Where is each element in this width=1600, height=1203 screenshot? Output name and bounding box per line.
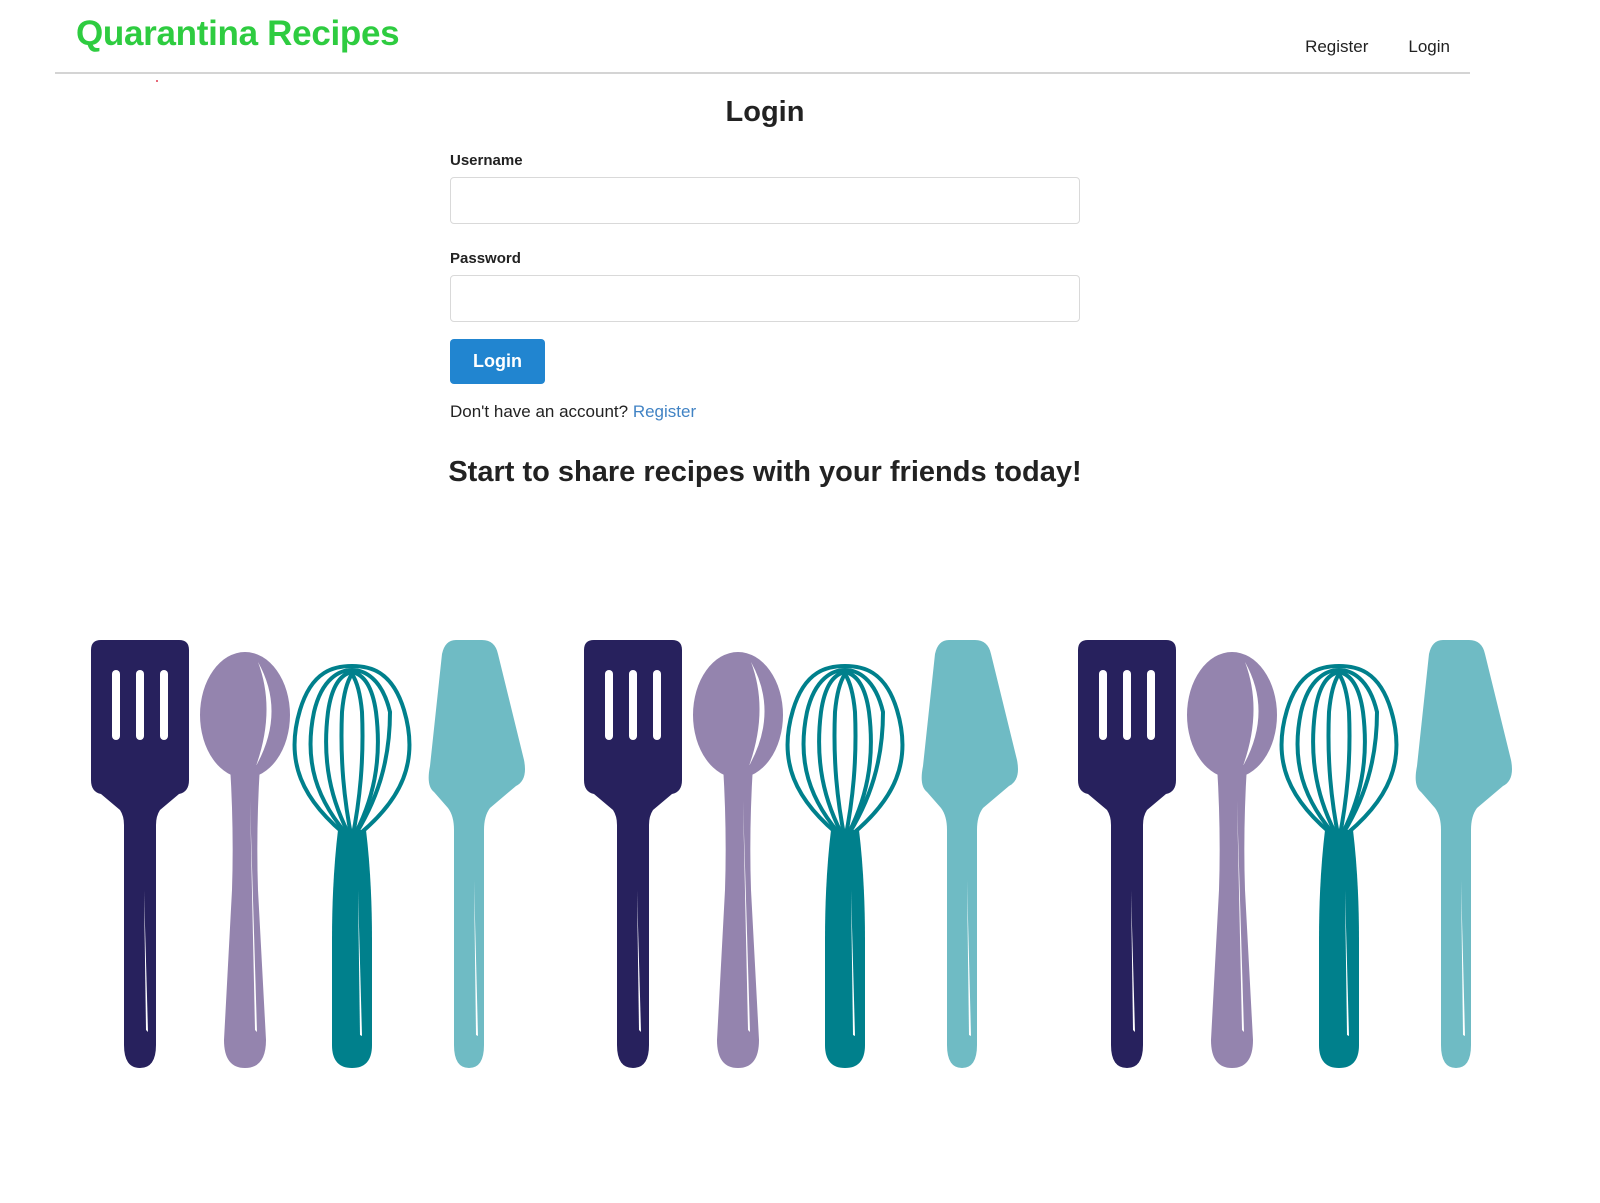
kitchen-utensils-illustration [89, 640, 1514, 1070]
register-prompt: Don't have an account? Register [450, 402, 1080, 422]
nav-register-link[interactable]: Register [1305, 37, 1368, 57]
password-input[interactable] [450, 275, 1080, 322]
navbar: Quarantina Recipes Register Login [55, 0, 1470, 74]
stray-dot [156, 80, 158, 82]
password-label: Password [450, 250, 521, 267]
tagline: Start to share recipes with your friends… [448, 456, 1082, 488]
login-form: Login Username Password Login Don't have… [450, 90, 1080, 422]
login-button[interactable]: Login [450, 339, 545, 384]
page-title: Login [725, 96, 805, 128]
brand-logo-link[interactable]: Quarantina Recipes [76, 14, 400, 54]
register-prompt-text: Don't have an account? [450, 402, 629, 421]
register-link[interactable]: Register [633, 402, 696, 421]
nav-login-link[interactable]: Login [1408, 37, 1450, 57]
username-label: Username [450, 152, 523, 169]
username-input[interactable] [450, 177, 1080, 224]
nav-links: Register Login [1305, 37, 1450, 57]
